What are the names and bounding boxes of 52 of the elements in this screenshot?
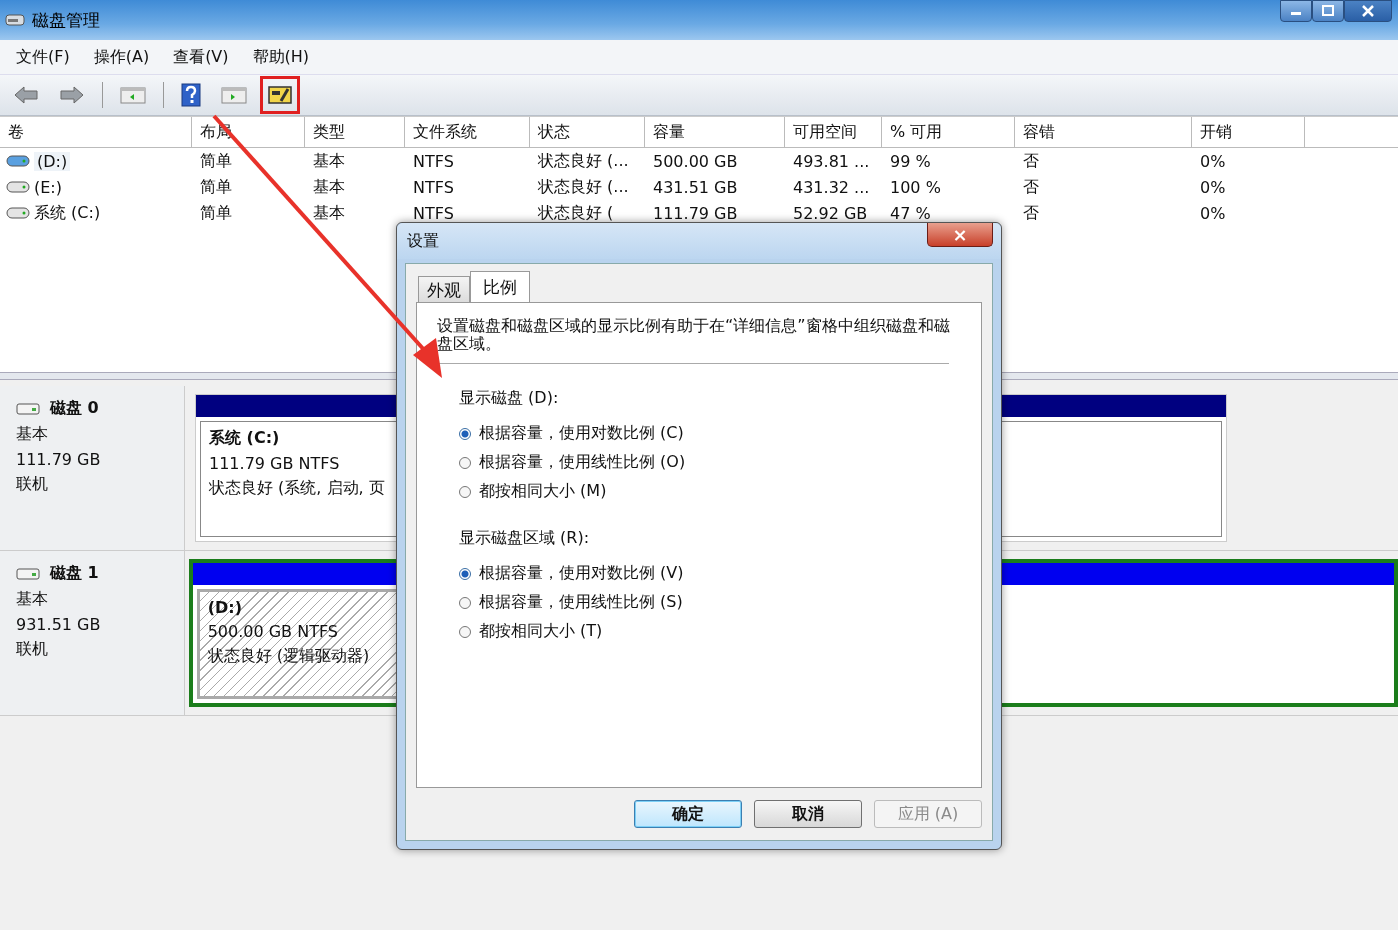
disk-size: 931.51 GB bbox=[16, 615, 102, 634]
table-cell: 500.00 GB bbox=[653, 151, 738, 171]
table-cell: NTFS bbox=[413, 203, 454, 223]
table-cell: 0% bbox=[1200, 203, 1226, 223]
partition-status: 状态良好 (逻辑驱动器) bbox=[207, 646, 370, 667]
partition-name: (D:) bbox=[207, 598, 242, 617]
table-cell: 否 bbox=[1023, 150, 1039, 172]
table-cell: NTFS bbox=[413, 177, 454, 197]
option-label: 根据容量，使用对数比例 (V) bbox=[479, 563, 684, 584]
table-cell: 493.81 ... bbox=[793, 151, 870, 171]
disk-type: 基本 bbox=[16, 424, 49, 445]
table-cell: 0% bbox=[1200, 177, 1226, 197]
table-cell: 基本 bbox=[313, 176, 345, 198]
table-cell: 100 % bbox=[890, 177, 941, 197]
table-cell: 否 bbox=[1023, 176, 1039, 198]
table-cell: 简单 bbox=[200, 202, 232, 224]
disk-type: 基本 bbox=[16, 589, 49, 610]
table-cell: 99 % bbox=[890, 151, 931, 171]
table-cell: 状态良好 (... bbox=[538, 150, 629, 172]
table-cell: 基本 bbox=[313, 150, 345, 172]
group-label: 显示磁盘区域 (R): bbox=[459, 528, 591, 549]
option-label: 都按相同大小 (T) bbox=[479, 621, 603, 642]
table-cell: 否 bbox=[1023, 202, 1039, 224]
table-cell: 状态良好 (... bbox=[538, 176, 629, 198]
table-cell: 431.51 GB bbox=[653, 177, 738, 197]
option-label: 根据容量，使用线性比例 (O) bbox=[479, 452, 686, 473]
option-label: 都按相同大小 (M) bbox=[479, 481, 607, 502]
option-label: 根据容量，使用线性比例 (S) bbox=[479, 592, 683, 613]
disk-name: 磁盘 1 bbox=[50, 563, 99, 584]
partition-size: 500.00 GB NTFS bbox=[207, 622, 338, 641]
partition-name: 系统 (C:) bbox=[209, 428, 280, 449]
disk-status: 联机 bbox=[16, 639, 49, 660]
disk-size: 111.79 GB bbox=[16, 450, 102, 469]
table-cell: 基本 bbox=[313, 202, 345, 224]
partition-size: 111.79 GB NTFS bbox=[209, 454, 340, 473]
window-title: 磁盘管理 bbox=[32, 8, 100, 32]
table-cell: 47 % bbox=[890, 203, 931, 223]
table-cell: 52.92 GB bbox=[793, 203, 868, 223]
option-label: 根据容量，使用对数比例 (C) bbox=[479, 423, 684, 444]
partition-status: 状态良好 (系统, 启动, 页 bbox=[209, 478, 385, 499]
disk-name: 磁盘 0 bbox=[50, 398, 99, 419]
dialog-title: 设置 bbox=[407, 230, 439, 252]
table-cell: 0% bbox=[1200, 151, 1226, 171]
description-text: 设置磁盘和磁盘区域的显示比例有助于在“详细信息”窗格中组织磁盘和磁盘区域。 bbox=[437, 317, 951, 353]
table-cell: 431.32 ... bbox=[793, 177, 870, 197]
group-label: 显示磁盘 (D): bbox=[459, 388, 560, 409]
table-cell: NTFS bbox=[413, 151, 454, 171]
table-cell: 状态良好 ( bbox=[538, 202, 614, 224]
table-cell: 111.79 GB bbox=[653, 203, 738, 223]
table-cell: 简单 bbox=[200, 150, 232, 172]
disk-status: 联机 bbox=[16, 474, 49, 495]
table-cell: 简单 bbox=[200, 176, 232, 198]
